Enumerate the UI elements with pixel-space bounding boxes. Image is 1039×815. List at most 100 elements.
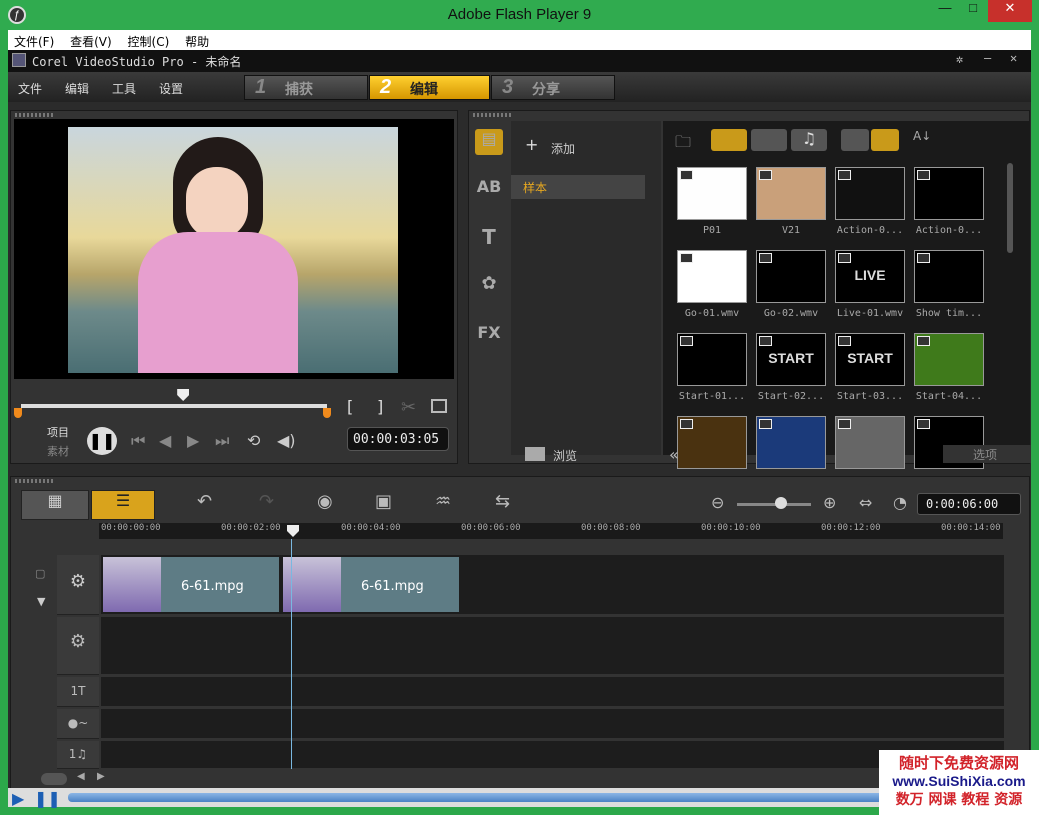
trim-end-handle[interactable]: [323, 408, 331, 418]
scissors-icon[interactable]: ✂: [401, 397, 416, 418]
voice-track[interactable]: [101, 709, 1004, 739]
settings-icon[interactable]: ✲: [956, 52, 963, 66]
zoom-in-icon[interactable]: ⊕: [823, 493, 836, 512]
fx-icon[interactable]: FX: [475, 323, 503, 349]
media-icon[interactable]: ▤: [475, 129, 503, 155]
thumbnail-view-button[interactable]: [871, 129, 899, 151]
copy-clip-icon[interactable]: [431, 399, 447, 413]
home-icon[interactable]: ⏮: [131, 431, 145, 451]
audio-waveform-icon[interactable]: ♒: [435, 491, 451, 521]
timeline-view-button[interactable]: ☰: [91, 490, 155, 520]
list-view-button[interactable]: [841, 129, 869, 151]
transition-icon[interactable]: AB: [475, 177, 503, 203]
app-close-button[interactable]: ✕: [1010, 51, 1017, 65]
show-videos-button[interactable]: [711, 129, 747, 151]
browse-button[interactable]: 浏览: [553, 447, 577, 464]
app-minimize-button[interactable]: —: [984, 51, 991, 65]
library-thumbnail[interactable]: [835, 416, 905, 469]
sort-icon[interactable]: A↓: [913, 129, 931, 143]
repeat-icon[interactable]: ⟲: [247, 431, 260, 450]
library-thumbnail[interactable]: START: [756, 333, 826, 386]
collapse-library-icon[interactable]: «: [669, 445, 679, 464]
panel-grip[interactable]: [473, 113, 513, 117]
library-thumbnail[interactable]: [677, 333, 747, 386]
undo-icon[interactable]: ↶: [197, 491, 212, 521]
library-thumbnail[interactable]: LIVE: [835, 250, 905, 303]
library-thumbnail[interactable]: [914, 333, 984, 386]
maximize-button[interactable]: □: [962, 0, 984, 22]
tab-share[interactable]: 3 分享: [491, 75, 615, 100]
lock-icon[interactable]: ▢: [35, 567, 45, 580]
timecode-display[interactable]: 00:00:03:05: [347, 427, 449, 451]
library-thumbnail[interactable]: [677, 250, 747, 303]
library-thumbnail[interactable]: [914, 167, 984, 220]
app-menu-tools[interactable]: 工具: [112, 80, 136, 97]
mode-clip[interactable]: 素材: [47, 443, 69, 459]
options-button[interactable]: 选项: [943, 445, 1031, 463]
close-button[interactable]: ✕: [988, 0, 1032, 22]
zoom-out-icon[interactable]: ⊖: [711, 493, 724, 512]
scroll-right-icon[interactable]: ▶: [97, 771, 105, 782]
mode-project[interactable]: 项目: [47, 424, 69, 440]
next-frame-icon[interactable]: ▶: [187, 431, 199, 450]
zoom-slider-knob[interactable]: [775, 497, 788, 509]
end-icon[interactable]: ⏭: [215, 431, 229, 451]
music-track[interactable]: [101, 741, 1004, 769]
title-icon[interactable]: T: [475, 225, 503, 251]
folder-icon[interactable]: 🗀: [675, 131, 691, 158]
overlay-track[interactable]: [101, 617, 1004, 675]
library-thumbnail[interactable]: [835, 167, 905, 220]
panel-grip[interactable]: [15, 479, 55, 483]
video-clip[interactable]: 6-61.mpg: [341, 557, 459, 612]
zoom-slider-track[interactable]: [737, 503, 811, 506]
mark-out-button[interactable]: ]: [377, 397, 383, 416]
clip-thumbnail[interactable]: [103, 557, 161, 612]
video-clip[interactable]: 6-61.mpg: [161, 557, 279, 612]
library-thumbnail[interactable]: [677, 416, 747, 469]
show-audio-button[interactable]: ♫: [791, 129, 827, 151]
app-menu-settings[interactable]: 设置: [159, 80, 183, 97]
browse-icon[interactable]: [525, 447, 545, 461]
menu-help[interactable]: 帮助: [179, 30, 215, 50]
storyboard-view-button[interactable]: ▦: [21, 490, 89, 520]
duration-clock-icon[interactable]: ◔: [893, 493, 907, 512]
tab-capture[interactable]: 1 捕获: [244, 75, 368, 100]
filter-icon[interactable]: ✿: [475, 273, 503, 299]
scrubber-handle[interactable]: [177, 389, 190, 401]
video-track[interactable]: 6-61.mpg 6-61.mpg: [101, 555, 1004, 615]
library-thumbnail[interactable]: START: [835, 333, 905, 386]
flash-progress-bar[interactable]: [68, 793, 928, 802]
add-folder-button[interactable]: 添加: [551, 140, 575, 157]
tab-edit[interactable]: 2 编辑: [369, 75, 490, 100]
play-icon[interactable]: ▶: [12, 789, 24, 808]
menu-file[interactable]: 文件(F): [8, 30, 60, 50]
pause-button[interactable]: ❚❚: [87, 427, 117, 455]
folder-item-sample[interactable]: 样本: [511, 175, 645, 199]
fit-project-icon[interactable]: ⇔: [859, 493, 872, 512]
library-scrollbar[interactable]: [1007, 163, 1013, 253]
expand-tracks-icon[interactable]: ▼: [37, 595, 45, 608]
app-menu-edit[interactable]: 编辑: [65, 80, 89, 97]
library-thumbnail[interactable]: [756, 250, 826, 303]
scroll-left-icon[interactable]: ◀: [77, 771, 85, 782]
volume-icon[interactable]: ◀): [277, 431, 296, 450]
trim-start-handle[interactable]: [14, 408, 22, 418]
menu-view[interactable]: 查看(V): [64, 30, 118, 50]
mixer-icon[interactable]: ▣: [375, 491, 392, 521]
library-thumbnail[interactable]: [914, 250, 984, 303]
minimize-button[interactable]: —: [934, 0, 956, 22]
prev-frame-icon[interactable]: ◀: [159, 431, 171, 450]
menu-control[interactable]: 控制(C): [122, 30, 176, 50]
record-capture-icon[interactable]: ◉: [317, 491, 333, 521]
panel-grip[interactable]: [15, 113, 55, 117]
library-thumbnail[interactable]: [756, 416, 826, 469]
timeline-ruler[interactable]: 00:00:00:00 00:00:02:00 00:00:04:00 00:0…: [99, 523, 1003, 539]
track-manager-button[interactable]: [41, 773, 67, 785]
pause-icon[interactable]: ❚❚: [34, 789, 61, 808]
app-menu-file[interactable]: 文件: [18, 80, 42, 97]
scrub-bar[interactable]: [21, 404, 327, 408]
library-thumbnail[interactable]: [756, 167, 826, 220]
redo-icon[interactable]: ↷: [259, 491, 274, 521]
add-icon[interactable]: +: [525, 135, 538, 154]
library-thumbnail[interactable]: [677, 167, 747, 220]
